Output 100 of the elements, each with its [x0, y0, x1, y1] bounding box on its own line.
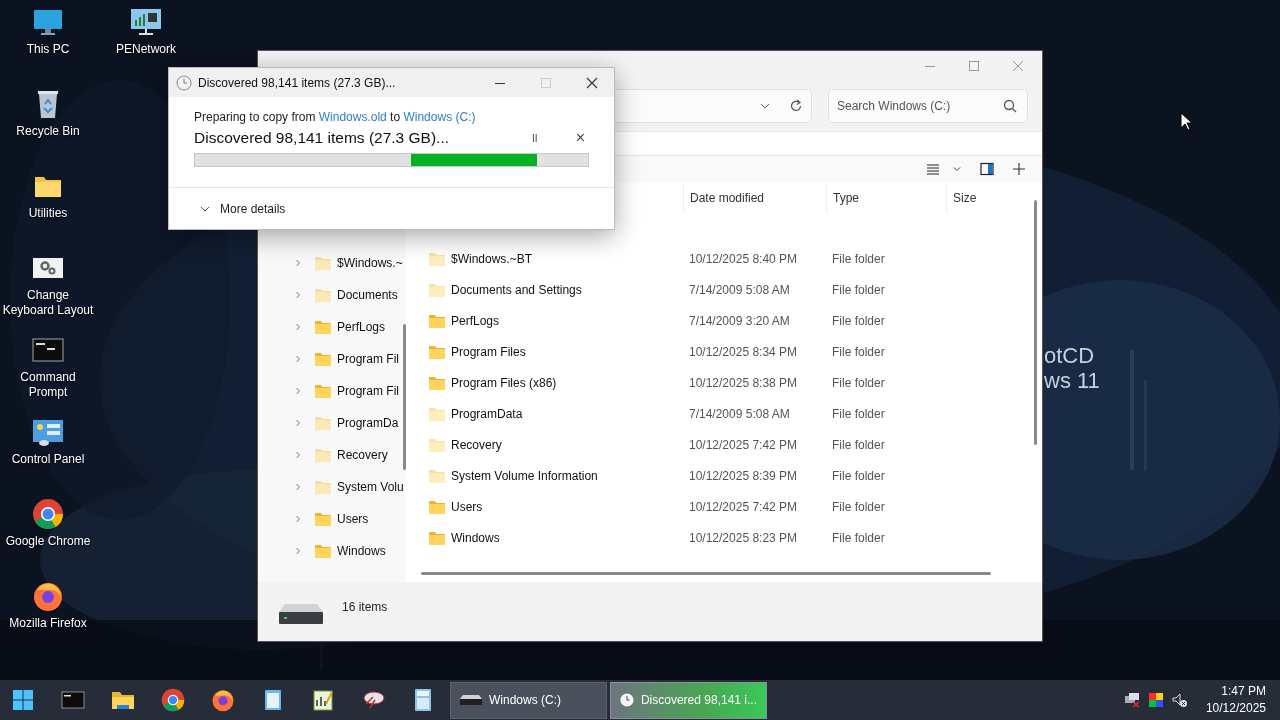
file-row[interactable]: Program Files (x86) 10/12/2025 8:38 PM File folder: [413, 367, 1013, 398]
taskbar-window-button[interactable]: Windows (C:): [450, 681, 607, 719]
file-name: ProgramData: [451, 406, 523, 421]
type-cell-text: File folder: [831, 406, 886, 421]
search-icon[interactable]: [1003, 99, 1017, 113]
vertical-scrollbar[interactable]: [1034, 200, 1037, 445]
nav-tree-item[interactable]: PerfLogs: [258, 311, 405, 343]
maximize-icon[interactable]: [968, 60, 980, 72]
file-name: $Windows.~BT: [451, 251, 533, 266]
copy-description: Preparing to copy from Windows.old to Windows (C:): [194, 109, 477, 125]
date-cell-text: 10/12/2025 8:23 PM: [688, 530, 799, 545]
file-row[interactable]: Users 10/12/2025 7:42 PM File folder: [413, 491, 1013, 522]
file-name: Documents and Settings: [451, 282, 582, 297]
network-icon[interactable]: [130, 6, 162, 38]
network-disconnected-icon[interactable]: [1123, 692, 1140, 708]
speaker-muted-icon[interactable]: [1171, 692, 1188, 708]
date-cell-text: 7/14/2009 5:08 AM: [688, 282, 791, 297]
nav-tree-item[interactable]: ProgramDa: [258, 407, 405, 439]
desktop-icon-label[interactable]: Recycle Bin: [16, 124, 80, 139]
pause-button[interactable]: II: [530, 132, 540, 144]
firefox-icon[interactable]: [211, 688, 235, 712]
destination-link[interactable]: Windows (C:): [403, 110, 476, 124]
type-cell-text: File folder: [831, 282, 886, 297]
mouse-pointer-icon: [1180, 112, 1192, 131]
plus-icon[interactable]: [1012, 162, 1026, 176]
chart-icon[interactable]: [311, 688, 335, 712]
chrome-icon[interactable]: [161, 688, 185, 712]
nav-tree-item[interactable]: System Volu: [258, 471, 405, 503]
desktop-icon-label[interactable]: Utilities: [28, 206, 68, 221]
date-cell-text: 10/12/2025 8:34 PM: [688, 344, 799, 359]
color-display-icon[interactable]: [1147, 692, 1164, 708]
file-name: Users: [451, 499, 483, 514]
clock-time[interactable]: 1:47 PM: [1221, 683, 1266, 700]
start-button-icon[interactable]: [11, 688, 35, 712]
clock-icon: [176, 74, 192, 91]
date-cell-text: 10/12/2025 8:40 PM: [688, 251, 799, 266]
column-header[interactable]: Date modified: [683, 184, 826, 212]
desktop-icon-label[interactable]: PENetwork: [116, 42, 176, 57]
column-header[interactable]: Size: [946, 184, 1016, 212]
type-cell-text: File folder: [831, 530, 886, 545]
clock-date[interactable]: 10/12/2025: [1205, 700, 1266, 717]
file-name: Program Files (x86): [451, 375, 557, 390]
wallpaper-text: otCD: [1044, 343, 1095, 368]
nav-tree-item[interactable]: $Windows.~: [258, 247, 405, 279]
nav-tree-item[interactable]: Recovery: [258, 439, 405, 471]
file-row[interactable]: ProgramData 7/14/2009 5:08 AM File folder: [413, 398, 1013, 429]
clock-icon: [620, 691, 634, 709]
file-name: Recovery: [451, 437, 502, 452]
date-cell-text: 10/12/2025 7:42 PM: [688, 499, 799, 514]
desktop-icon-label[interactable]: Mozilla Firefox: [9, 616, 87, 631]
close-icon[interactable]: [586, 76, 598, 89]
file-row[interactable]: Recovery 10/12/2025 7:42 PM File folder: [413, 429, 1013, 460]
file-row[interactable]: PerfLogs 7/14/2009 3:20 AM File folder: [413, 305, 1013, 336]
chevron-down-icon[interactable]: [952, 164, 962, 174]
type-cell-text: File folder: [831, 468, 886, 483]
search-field[interactable]: Search Windows (C:): [828, 89, 1028, 123]
nav-tree-item[interactable]: Program Fil: [258, 343, 405, 375]
file-row[interactable]: $Windows.~BT 10/12/2025 8:40 PM File folder: [413, 243, 1013, 274]
file-name: Windows: [451, 530, 500, 545]
progress-headline: Discovered 98,141 items (27.3 GB)...: [194, 129, 450, 147]
more-details-button[interactable]: More details: [197, 199, 288, 218]
chrome-icon[interactable]: [32, 498, 64, 530]
date-cell-text: 7/14/2009 5:08 AM: [688, 406, 791, 421]
desktop-icon-label[interactable]: Command Prompt: [0, 370, 96, 400]
date-cell-text: 7/14/2009 3:20 AM: [688, 313, 791, 328]
type-cell-text: File folder: [831, 344, 886, 359]
refresh-icon[interactable]: [789, 99, 803, 113]
date-cell-text: 10/12/2025 8:38 PM: [688, 375, 799, 390]
type-cell-text: File folder: [831, 437, 886, 452]
firefox-icon[interactable]: [32, 580, 64, 612]
file-row[interactable]: System Volume Information 10/12/2025 8:39 PM File folder: [413, 460, 1013, 491]
type-cell-text: File folder: [831, 499, 886, 514]
type-cell-text: File folder: [831, 313, 886, 328]
nav-tree-item[interactable]: Documents: [258, 279, 405, 311]
nav-tree-item[interactable]: Program Fil: [258, 375, 405, 407]
date-cell-text: 10/12/2025 8:39 PM: [688, 468, 799, 483]
cancel-button[interactable]: ×: [573, 129, 587, 147]
file-row[interactable]: Documents and Settings 7/14/2009 5:08 AM File folder: [413, 274, 1013, 305]
desktop-icon-label[interactable]: Google Chrome: [5, 534, 91, 549]
source-link[interactable]: Windows.old: [318, 110, 387, 124]
details-pane-icon[interactable]: [980, 162, 994, 176]
desktop-icon-label[interactable]: Control Panel: [11, 452, 85, 467]
drive-icon: [279, 602, 323, 624]
type-cell-text: File folder: [831, 375, 886, 390]
nav-tree-item[interactable]: Windows: [258, 535, 405, 567]
file-row[interactable]: Program Files 10/12/2025 8:34 PM File folder: [413, 336, 1013, 367]
file-name: System Volume Information: [451, 468, 598, 483]
nav-tree-item[interactable]: Users: [258, 503, 405, 535]
file-row[interactable]: Windows 10/12/2025 8:23 PM File folder: [413, 522, 1013, 553]
list-view-icon[interactable]: [926, 162, 940, 176]
type-cell-text: File folder: [831, 251, 886, 266]
file-name: Program Files: [451, 344, 526, 359]
maximize-icon: [540, 76, 552, 89]
status-text: 16 items: [342, 600, 388, 614]
desktop-icon-label[interactable]: Change Keyboard Layout: [0, 288, 96, 318]
column-header[interactable]: Type: [826, 184, 946, 212]
horizontal-scrollbar[interactable]: [421, 572, 991, 575]
desktop-icon-label[interactable]: This PC: [26, 42, 70, 57]
file-name: PerfLogs: [451, 313, 500, 328]
date-cell-text: 10/12/2025 7:42 PM: [688, 437, 799, 452]
